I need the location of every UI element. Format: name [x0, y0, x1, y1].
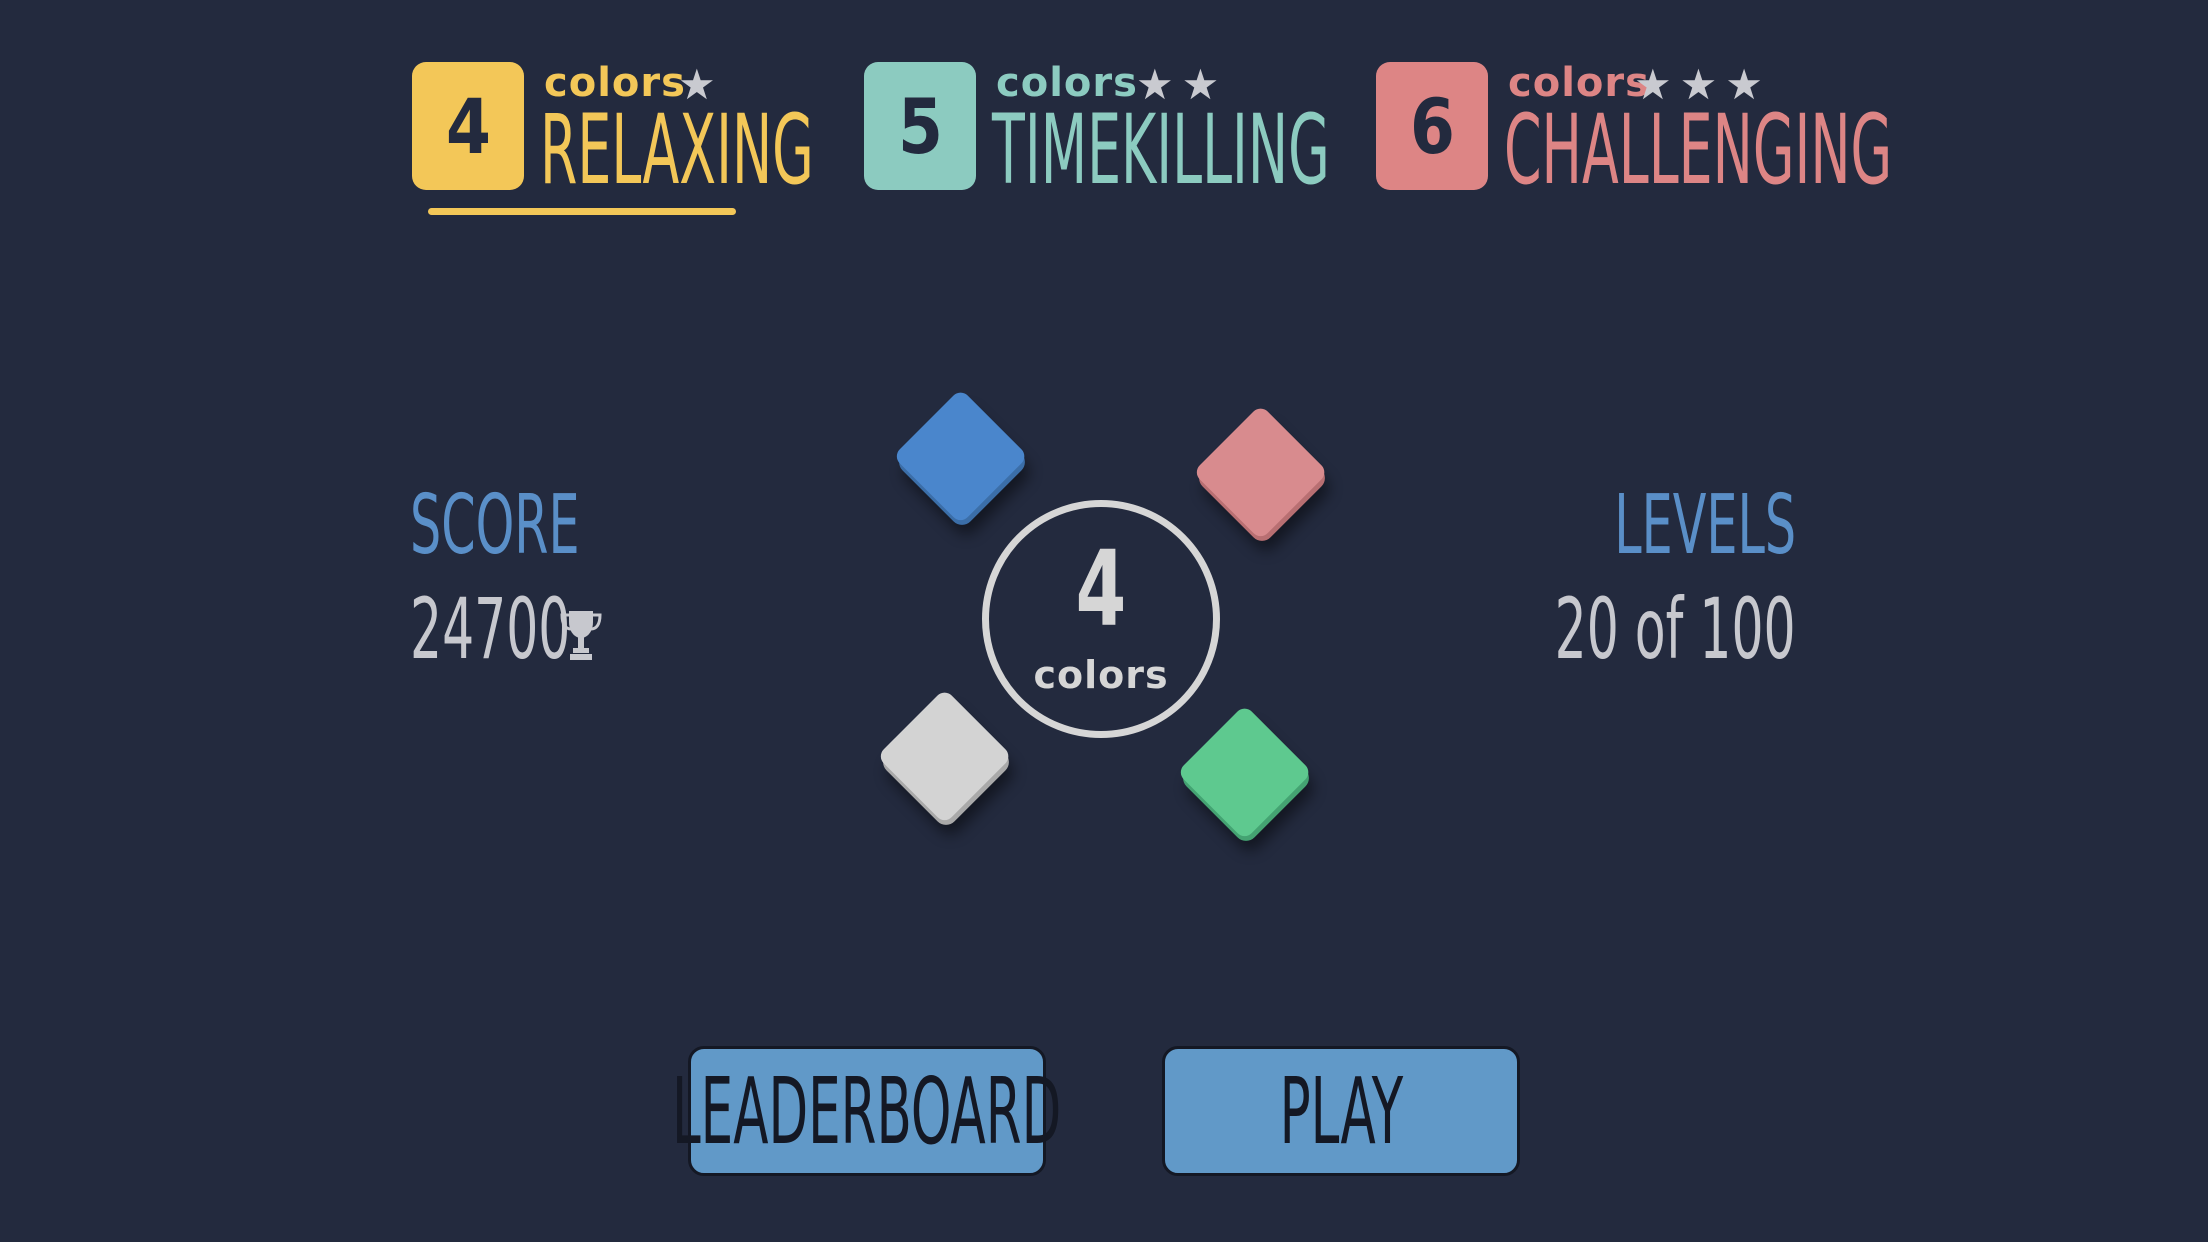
color-count-ring[interactable]: 4 colors [982, 500, 1220, 738]
mode-name: RELAXING [540, 94, 814, 206]
levels-value: 20 of 100 [1555, 580, 1796, 678]
mode-number: 5 [897, 81, 943, 171]
mode-number: 4 [445, 81, 491, 171]
score-label: SCORE [410, 478, 580, 573]
mode-name: TIMEKILLING [992, 94, 1330, 206]
mode-badge: 6 [1376, 62, 1488, 190]
score-value: 24700 [410, 580, 571, 678]
mode-badge: 4 [412, 62, 524, 190]
play-button[interactable]: PLAY [1162, 1046, 1520, 1176]
trophy-icon [560, 611, 602, 660]
center-colors-label: colors [1033, 653, 1169, 697]
mode-number: 6 [1409, 81, 1455, 171]
play-button-label: PLAY [1279, 1057, 1403, 1165]
blue-cube [892, 388, 1030, 530]
cube-face [892, 388, 1029, 525]
levels-label: LEVELS [1614, 478, 1796, 573]
leaderboard-button[interactable]: LEADERBOARD [672, 1046, 1062, 1176]
cube-face [1192, 404, 1329, 541]
game-menu-screen: 4 colors ★ RELAXING 5 colors ★★ TIMEKILL… [0, 0, 2208, 1242]
red-cube [1192, 404, 1330, 546]
cube-face [876, 688, 1013, 825]
mode-name: CHALLENGING [1504, 94, 1893, 206]
cube-face [1176, 704, 1313, 841]
leaderboard-button-label: LEADERBOARD [672, 1057, 1062, 1165]
mode-badge: 5 [864, 62, 976, 190]
selected-underline [428, 208, 736, 215]
center-color-count: 4 [1075, 528, 1127, 650]
white-cube [876, 688, 1014, 830]
green-cube [1176, 704, 1314, 846]
